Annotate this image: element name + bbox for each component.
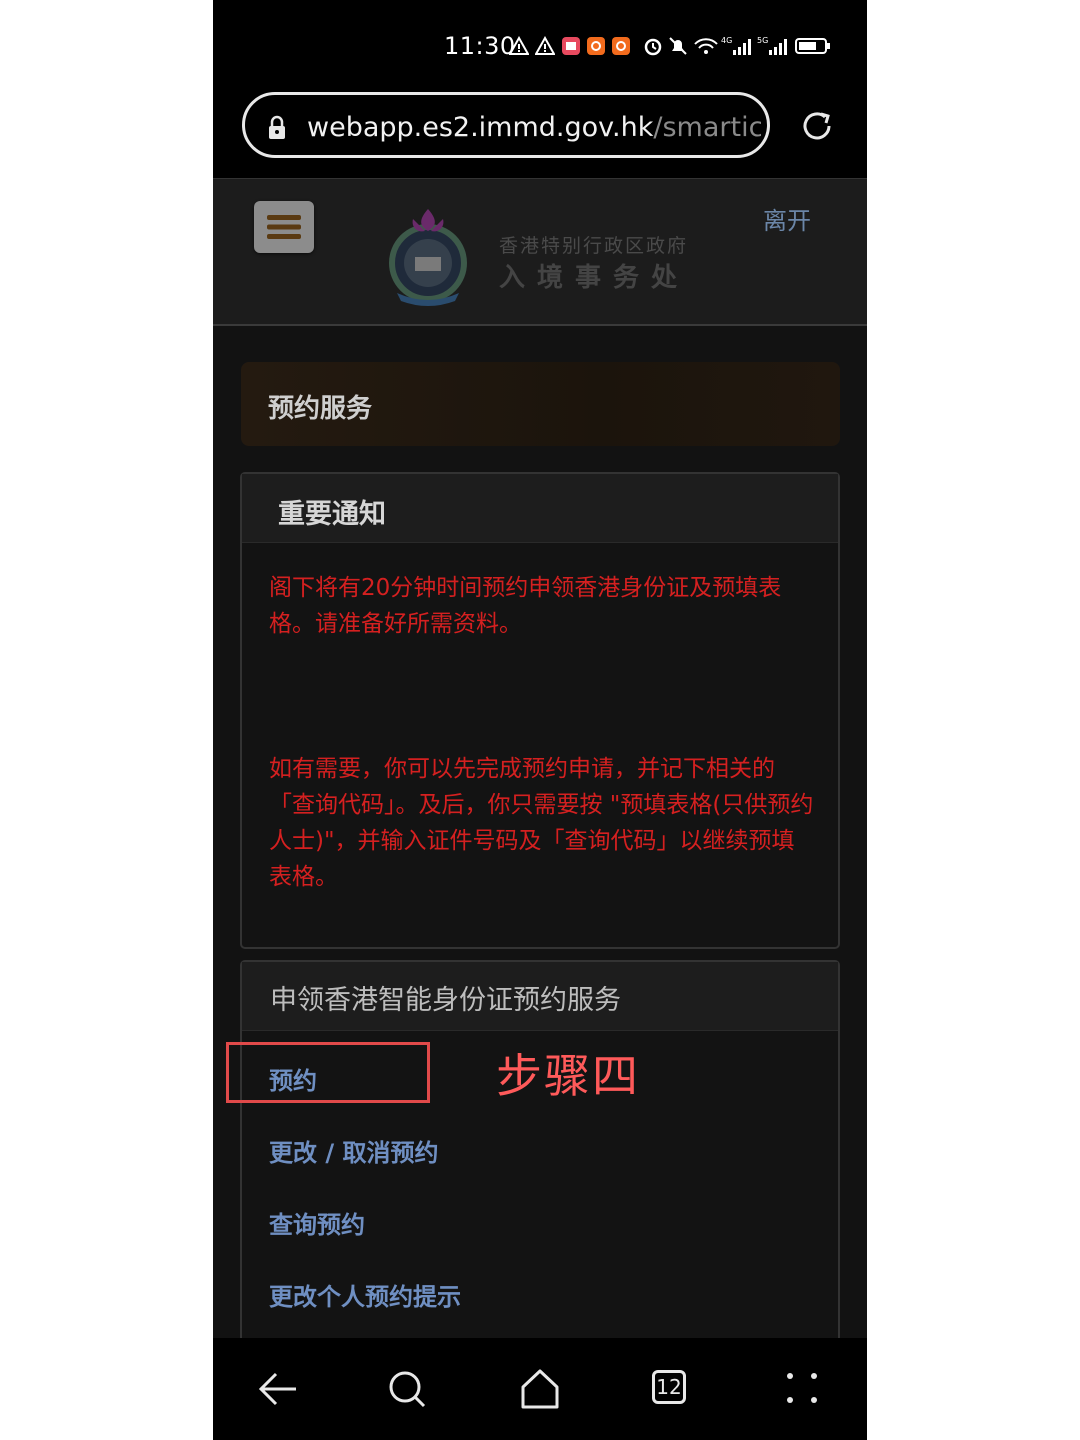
tabs-button[interactable]: 12 [621,1338,721,1440]
change-reminder-link[interactable]: 更改个人预约提示 [269,1277,461,1312]
url-path: /smartics2 [653,112,761,143]
enquire-appointment-link[interactable]: 查询预约 [269,1205,365,1240]
service-panel-header: 申领香港智能身份证预约服务 [242,962,838,1031]
dept-name-line1: 香港特别行政区政府 [499,235,689,257]
annotation-highlight-box [226,1042,430,1103]
menu-button[interactable] [254,201,314,253]
search-icon [389,1371,426,1408]
svg-text:4G: 4G [721,36,732,45]
url-bar[interactable]: webapp.es2.immd.gov.hk/smartics2 [242,92,770,158]
alert-icon [535,36,555,55]
status-time: 11:30 [444,32,516,60]
lock-icon [269,115,285,139]
reload-icon[interactable] [798,107,836,145]
app-notification-icon [587,37,605,55]
more-icon [787,1373,817,1403]
home-icon [521,1369,559,1409]
annotation-step-label: 步骤四 [496,1049,640,1103]
page-title: 预约服务 [268,394,373,424]
service-panel: 申领香港智能身份证预约服务 预约 更改 / 取消预约 查询预约 更改个人预约提示 [240,960,840,1360]
url-domain: webapp.es2.immd.gov.hk [307,112,654,143]
back-icon [258,1372,296,1406]
alert-icon [509,36,529,55]
change-cancel-appointment-link[interactable]: 更改 / 取消预约 [269,1133,438,1168]
leave-link[interactable]: 离开 [763,201,811,236]
tabs-icon: 12 [652,1370,686,1404]
mute-icon [669,37,687,55]
notice-panel-header: 重要通知 [242,474,838,543]
signal-5g-icon: 5G [757,36,787,55]
url-text: webapp.es2.immd.gov.hk/smartics2 [307,111,761,145]
search-button[interactable] [358,1338,458,1440]
signal-4g-icon: 4G [721,36,751,55]
app-notification-icon [562,37,580,55]
immigration-department-emblem [389,209,467,306]
app-notification-icon [612,37,630,55]
notice-paragraph-1: 阁下将有20分钟时间预约申领香港身份证及预填表格。请准备好所需资料。 [269,575,782,637]
status-bar: 11:30 4G 5G [213,0,867,92]
service-title: 申领香港智能身份证预约服务 [270,985,621,1016]
alarm-icon [644,38,662,56]
site-header: 香港特别行政区政府 入境事务处 离开 [213,178,867,326]
browser-toolbar: webapp.es2.immd.gov.hk/smartics2 [213,92,867,178]
page-title-bar: 预约服务 [241,362,840,446]
phone-screen: 11:30 4G 5G webapp.es2.immd.gov.hk/smart… [213,0,867,1440]
notice-panel: 重要通知 阁下将有20分钟时间预约申领香港身份证及预填表格。请准备好所需资料。 … [240,472,840,949]
dept-name-line2: 入境事务处 [499,263,690,293]
notice-title: 重要通知 [278,499,386,530]
bottom-nav: 12 [213,1338,867,1440]
back-button[interactable] [228,1338,328,1440]
home-button[interactable] [490,1338,590,1440]
more-button[interactable] [752,1338,852,1440]
notice-paragraph-2: 如有需要，你可以先完成预约申请，并记下相关的「查询代码」。及后，你只需要按 "预… [269,756,814,890]
battery-icon [795,38,830,54]
hamburger-icon [267,215,301,239]
wifi-icon [694,38,718,54]
svg-text:5G: 5G [757,36,768,45]
